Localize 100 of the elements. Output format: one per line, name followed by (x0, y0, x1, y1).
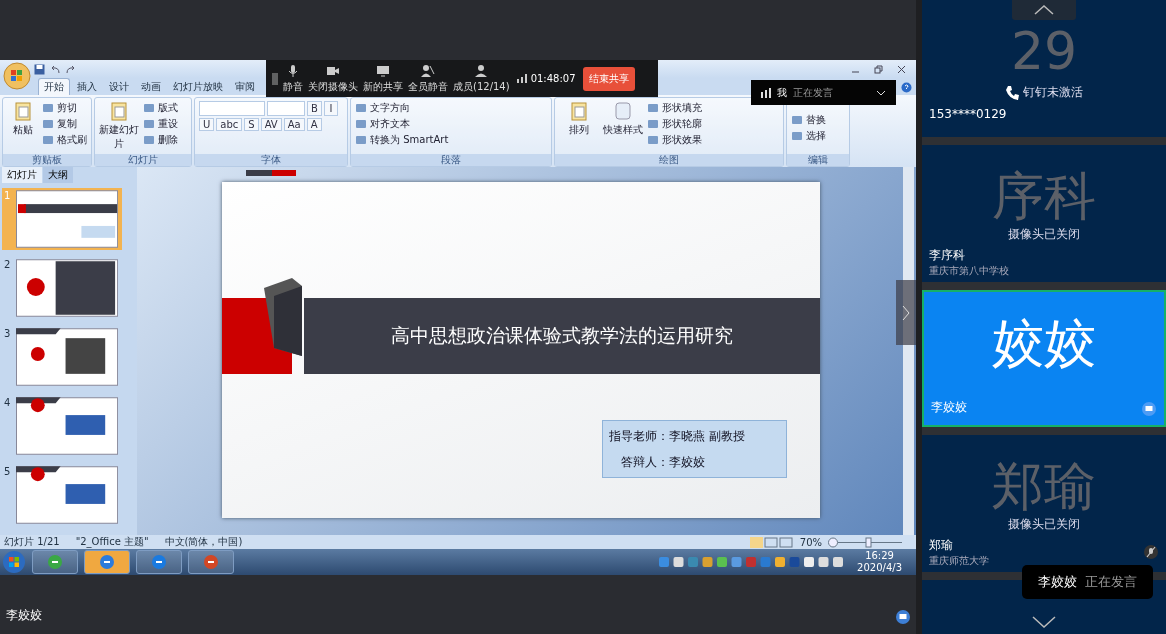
participant-name: 153****0129 (929, 107, 1007, 121)
ribbon-button[interactable]: 对齐文本 (355, 117, 449, 131)
screen-share-icon[interactable] (896, 610, 910, 624)
ribbon-tab[interactable]: 设计 (104, 79, 134, 95)
close-icon[interactable] (897, 64, 906, 74)
signal-icon (516, 74, 527, 83)
button-label: 格式刷 (57, 133, 87, 147)
ribbon-button[interactable]: 新建幻灯片 (99, 101, 139, 151)
advisor-text: 指导老师：李晓燕 副教授 (609, 427, 746, 445)
ribbon-button[interactable]: 排列 (559, 101, 599, 151)
restore-icon[interactable] (874, 64, 883, 74)
button-label: 复制 (57, 117, 77, 131)
document-icon (569, 101, 589, 121)
format-button[interactable]: AV (260, 118, 282, 131)
ribbon-button[interactable]: 转换为 SmartArt (355, 133, 449, 147)
end-share-button[interactable]: 结束共享 (582, 66, 635, 91)
ribbon-button[interactable]: 格式刷 (42, 133, 87, 147)
ribbon-button[interactable]: 剪切 (42, 101, 87, 115)
ribbon-button[interactable]: 形状轮廓 (647, 117, 702, 131)
toolbar-button[interactable]: 关闭摄像头 (308, 63, 358, 94)
scroll-up-button[interactable] (1012, 0, 1076, 20)
button-label: 全员静音 (408, 79, 448, 94)
font-name-field[interactable] (199, 101, 265, 116)
help-icon[interactable] (901, 82, 912, 93)
ribbon-button[interactable]: 版式 (143, 101, 178, 115)
taskbar-button[interactable] (136, 550, 182, 574)
format-button[interactable]: I (323, 101, 338, 116)
button-label: 删除 (158, 133, 178, 147)
ribbon-button[interactable]: 替换 (791, 113, 826, 127)
toolbar-button[interactable]: 成员(12/14) (453, 63, 510, 94)
ribbon-button[interactable]: 形状填充 (647, 101, 702, 115)
undo-icon[interactable] (49, 63, 61, 75)
button-label: 剪切 (57, 101, 77, 115)
language-label: 中文(简体，中国) (164, 535, 243, 549)
ribbon-button[interactable]: 重设 (143, 117, 178, 131)
ribbon-tab[interactable]: 审阅 (230, 79, 260, 95)
group-title: 字体 (195, 154, 347, 166)
speaking-status: 正在发言 (793, 85, 833, 100)
taskbar-button[interactable] (188, 550, 234, 574)
slide-thumbnail[interactable]: 3 (2, 326, 122, 388)
ribbon-button[interactable]: 文字方向 (355, 101, 449, 115)
ribbon-tab[interactable]: 幻灯片放映 (168, 79, 228, 95)
button-label: 转换为 SmartArt (370, 133, 449, 147)
taskbar-button[interactable] (32, 550, 78, 574)
button-label: 选择 (806, 129, 826, 143)
ribbon-tab[interactable]: 动画 (136, 79, 166, 95)
slide-number: 2 (4, 259, 12, 272)
camera-status: 摄像头已关闭 (1008, 226, 1080, 243)
participant-tile[interactable]: 郑瑜 摄像头已关闭 郑瑜 重庆师范大学 (922, 435, 1166, 572)
ribbon-tab[interactable]: 插入 (72, 79, 102, 95)
button-label: 形状效果 (662, 133, 702, 147)
slide-thumbnail[interactable]: 4 (2, 395, 122, 457)
ribbon-button[interactable]: 粘贴 (7, 101, 38, 151)
redo-icon[interactable] (65, 63, 77, 75)
chevron-down-icon[interactable] (1032, 616, 1056, 628)
command-icon (42, 102, 54, 114)
panel-tab[interactable]: 大纲 (43, 167, 73, 183)
taskbar-clock[interactable]: 16:29 2020/4/3 (857, 550, 902, 574)
participant-tile[interactable]: 姣姣 李姣姣 (922, 290, 1166, 427)
ribbon-button[interactable]: 复制 (42, 117, 87, 131)
avatar-text: 姣姣 (992, 314, 1096, 372)
participant-name: 李序科 (929, 247, 965, 264)
taskbar-button[interactable] (84, 550, 130, 574)
ribbon-button[interactable]: 快速样式 (603, 101, 643, 151)
ribbon-button[interactable]: 删除 (143, 133, 178, 147)
participant-tile[interactable]: 序科 摄像头已关闭 李序科 重庆市第八中学校 (922, 145, 1166, 282)
ribbon-tab[interactable]: 开始 (38, 78, 70, 95)
signal-icon (761, 87, 771, 98)
participant-tile[interactable]: 29 钉钉未激活 153****0129 (922, 0, 1166, 137)
camera-status: 摄像头已关闭 (1008, 516, 1080, 533)
command-icon (647, 134, 659, 146)
format-button[interactable]: abc (216, 118, 243, 131)
start-button-icon[interactable] (2, 550, 26, 574)
ribbon-button[interactable]: 选择 (791, 129, 826, 143)
slide-title: 高中思想政治课体验式教学法的运用研究 (304, 298, 820, 374)
font-size-field[interactable] (267, 101, 305, 116)
format-button[interactable]: A (306, 118, 322, 131)
format-button[interactable]: B (307, 101, 322, 116)
toolbar-button[interactable]: 静音 (283, 63, 303, 94)
command-icon (143, 118, 155, 130)
panel-tab[interactable]: 幻灯片 (2, 167, 42, 183)
button-label: 版式 (158, 101, 178, 115)
button-label: 形状填充 (662, 101, 702, 115)
toolbar-button[interactable]: 全员静音 (408, 63, 448, 94)
slide-number: 4 (4, 397, 12, 410)
format-button[interactable]: Aa (283, 118, 305, 131)
button-label: 粘贴 (12, 123, 33, 137)
command-icon (42, 118, 54, 130)
format-button[interactable]: U (199, 118, 215, 131)
camera-status: 钉钉未激活 (1023, 84, 1083, 101)
person-icon (474, 63, 489, 78)
save-icon[interactable] (34, 63, 45, 75)
ribbon-button[interactable]: 形状效果 (647, 133, 702, 147)
chevron-down-icon[interactable] (876, 89, 886, 96)
presenter-text: 答辩人：李姣姣 (620, 453, 706, 471)
format-button[interactable]: S (244, 118, 259, 131)
slide-thumbnail[interactable]: 2 (2, 257, 122, 319)
slide-thumbnail[interactable]: 5 (2, 464, 122, 526)
toolbar-button[interactable]: 新的共享 (363, 63, 403, 94)
zoom-level: 70% (799, 536, 822, 548)
